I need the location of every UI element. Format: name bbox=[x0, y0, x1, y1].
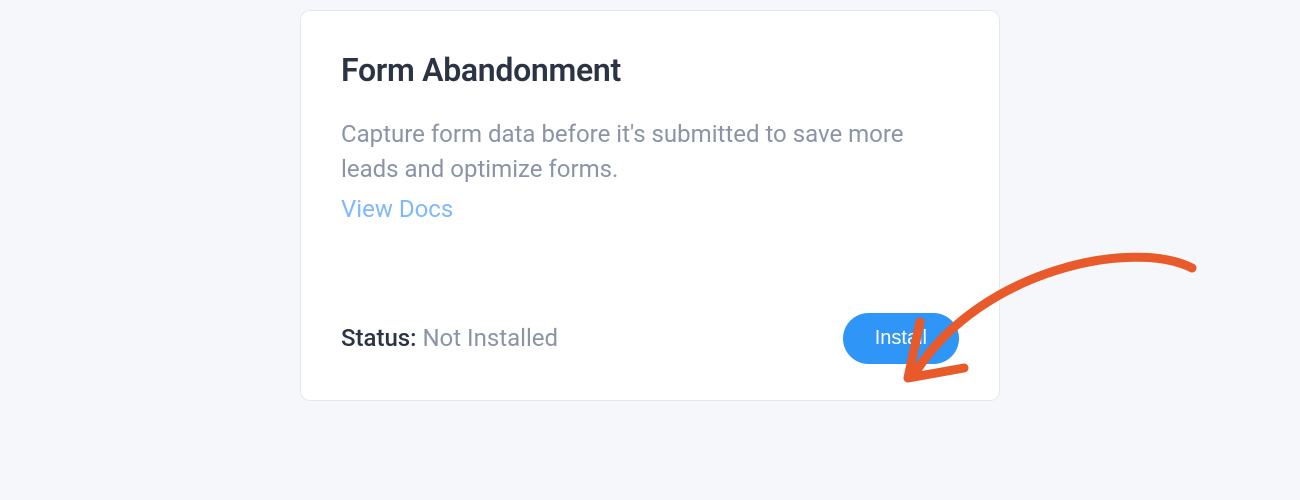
install-button[interactable]: Install bbox=[843, 313, 959, 364]
status-label: Status: bbox=[341, 324, 416, 352]
card-description: Capture form data before it's submitted … bbox=[341, 117, 959, 187]
view-docs-link[interactable]: View Docs bbox=[341, 195, 453, 223]
card-title: Form Abandonment bbox=[341, 51, 959, 89]
status-value: Not Installed bbox=[422, 324, 558, 352]
card-footer: Status: Not Installed Install bbox=[341, 313, 959, 364]
addon-card: Form Abandonment Capture form data befor… bbox=[300, 10, 1000, 401]
status-line: Status: Not Installed bbox=[341, 324, 558, 352]
